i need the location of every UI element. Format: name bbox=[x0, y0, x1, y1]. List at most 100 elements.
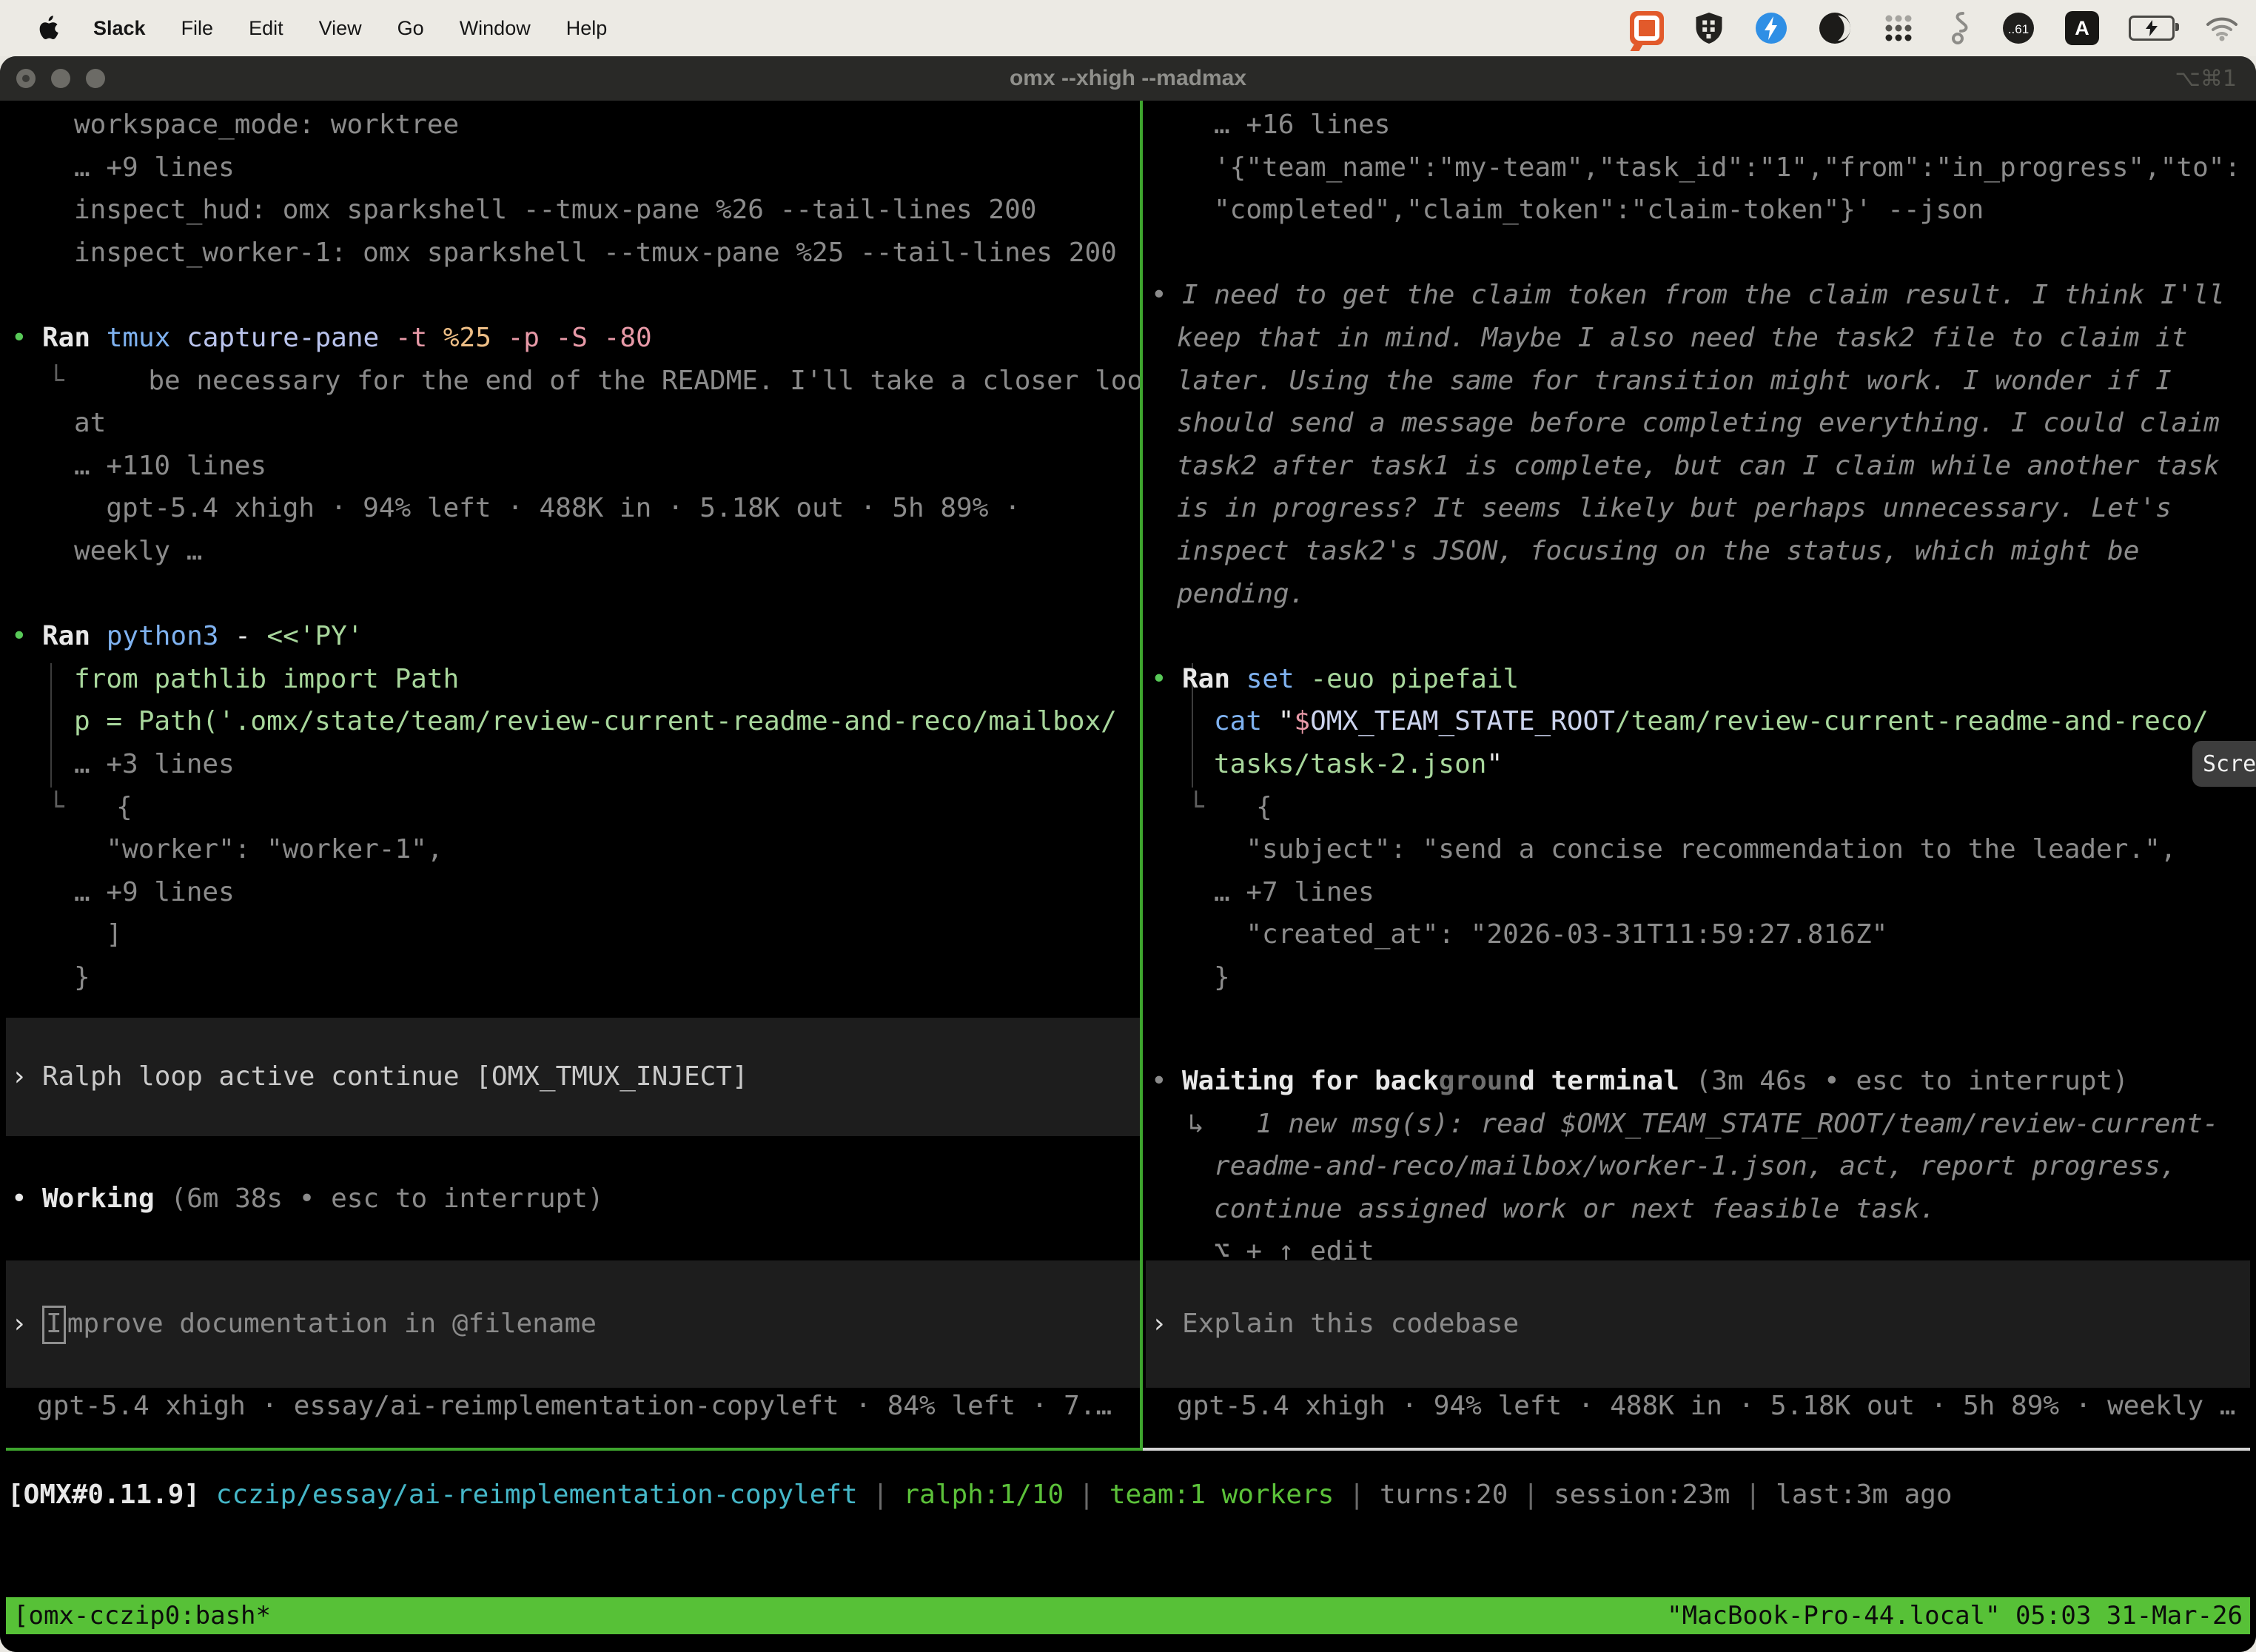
badge-61-icon[interactable]: ..61 bbox=[2001, 11, 2035, 45]
menu-item-file[interactable]: File bbox=[164, 17, 232, 40]
menu-bar-status-icons: ..61 A bbox=[1630, 10, 2256, 46]
terminal-line: └ be necessary for the end of the README… bbox=[6, 360, 1140, 403]
terminal-line: } bbox=[6, 956, 1140, 999]
terminal-line: … +9 lines bbox=[6, 147, 1140, 189]
desktop-screenshot: Slack File Edit View Go Window Help bbox=[0, 0, 2256, 1652]
left-pane-border bbox=[6, 1448, 1140, 1451]
chat-app-icon[interactable] bbox=[1630, 11, 1664, 45]
bullet-icon: • bbox=[1146, 658, 1182, 701]
mailbox-message-line: continue assigned work or next feasible … bbox=[1146, 1188, 2256, 1231]
terminal-line: at bbox=[6, 402, 1140, 445]
pane-divider bbox=[1140, 101, 1143, 1451]
wifi-icon[interactable] bbox=[2204, 14, 2240, 42]
terminal-window: omx --xhigh --madmax ⌥⌘1 workspace_mode:… bbox=[0, 56, 2256, 1652]
config-output: workspace_mode: worktree… +9 linesinspec… bbox=[6, 104, 1140, 274]
omx-turns: turns:20 bbox=[1380, 1480, 1508, 1510]
separator: | bbox=[1349, 1480, 1365, 1510]
terminal-line: inspect_hud: omx sparkshell --tmux-pane … bbox=[6, 189, 1140, 232]
shimmer-text: groun bbox=[1439, 1066, 1519, 1096]
dots-grid-icon[interactable] bbox=[1881, 11, 1916, 45]
terminal-line: … +110 lines bbox=[6, 445, 1140, 488]
menu-item-view[interactable]: View bbox=[301, 17, 380, 40]
chevron-prompt-icon: › bbox=[1146, 1303, 1182, 1346]
right-input-bar[interactable]: ›Explain this codebase bbox=[1146, 1260, 2250, 1388]
terminal-line: weekly … bbox=[6, 530, 1140, 573]
terminal-line: … +9 lines bbox=[6, 871, 1140, 914]
tmux-session-window: [omx-cczip0:bash* bbox=[13, 1601, 271, 1631]
thinking-line: should send a message before completing … bbox=[1146, 402, 2256, 445]
chevron-prompt-icon: › bbox=[6, 1055, 42, 1098]
terminal-line: … +16 lines bbox=[1146, 104, 2256, 147]
omx-session-time: session:23m bbox=[1554, 1480, 1730, 1510]
terminal-line: └{ bbox=[1146, 786, 2256, 829]
menu-item-go[interactable]: Go bbox=[380, 17, 442, 40]
mailbox-message-line: ↳1 new msg(s): read $OMX_TEAM_STATE_ROOT… bbox=[1146, 1103, 2256, 1146]
badge-61-label: ..61 bbox=[2008, 22, 2029, 36]
terminal-line: … +3 lines bbox=[6, 743, 1140, 786]
terminal-line: "subject": "send a concise recommendatio… bbox=[1146, 828, 2256, 871]
thinking-line: task2 after task1 is complete, but can I… bbox=[1146, 445, 2256, 488]
spacer bbox=[1146, 232, 2256, 275]
thinking-line: is in progress? It seems likely but perh… bbox=[1146, 487, 2256, 530]
json-output: … +16 lines'{"team_name":"my-team","task… bbox=[1146, 104, 2256, 232]
terminal-line: … +7 lines bbox=[1146, 871, 2256, 914]
ralph-loop-line: ›Ralph loop active continue [OMX_TMUX_IN… bbox=[6, 1055, 748, 1098]
apple-menu[interactable] bbox=[22, 16, 75, 41]
spacer bbox=[6, 274, 1140, 317]
ran-python-line: •Ran python3 - <<'PY' bbox=[6, 615, 1140, 658]
omx-team-workers: team:1 workers bbox=[1109, 1480, 1334, 1510]
left-pane-scrollback: workspace_mode: worktree… +9 linesinspec… bbox=[6, 104, 1140, 998]
menu-item-help[interactable]: Help bbox=[548, 17, 625, 40]
macos-menu-bar: Slack File Edit View Go Window Help bbox=[0, 0, 2256, 56]
shield-icon[interactable] bbox=[1693, 11, 1725, 45]
window-titlebar[interactable]: omx --xhigh --madmax ⌥⌘1 bbox=[0, 56, 2256, 101]
terminal-line: inspect_worker-1: omx sparkshell --tmux-… bbox=[6, 232, 1140, 275]
terminal-line: '{"team_name":"my-team","task_id":"1","f… bbox=[1146, 147, 2256, 189]
waiting-status-row: •Waiting for background terminal (3m 46s… bbox=[1146, 1060, 2256, 1103]
menu-item-edit[interactable]: Edit bbox=[231, 17, 301, 40]
chevron-prompt-icon: › bbox=[6, 1303, 42, 1346]
bullet-icon: • bbox=[1146, 274, 1182, 317]
right-agent-pane: … +16 lines'{"team_name":"my-team","task… bbox=[1146, 101, 2256, 1652]
window-shortcut-hint: ⌥⌘1 bbox=[2175, 66, 2237, 92]
input-placeholder: mprove documentation in @filename bbox=[67, 1309, 597, 1339]
thinking-line: pending. bbox=[1146, 573, 2256, 616]
terminal-line: workspace_mode: worktree bbox=[6, 104, 1140, 147]
close-button[interactable] bbox=[16, 69, 36, 88]
bullet-icon: • bbox=[6, 615, 42, 658]
menu-item-slack[interactable]: Slack bbox=[75, 17, 164, 40]
bullet-icon: • bbox=[6, 1178, 42, 1220]
left-input-bar[interactable]: ›Improve documentation in @filename bbox=[6, 1260, 1140, 1388]
minimize-button[interactable] bbox=[51, 69, 70, 88]
working-label: Working bbox=[42, 1183, 155, 1214]
screen-tooltip: Scre bbox=[2192, 741, 2256, 787]
omx-session-name: cczip/essay/ai-reimplementation-copyleft bbox=[216, 1480, 858, 1510]
right-model-status: gpt-5.4 xhigh · 94% left · 488K in · 5.1… bbox=[1146, 1385, 2256, 1428]
terminal-line: "completed","claim_token":"claim-token"}… bbox=[1146, 189, 2256, 232]
tree-connector: └ bbox=[1146, 786, 1256, 829]
working-detail: (6m 38s • esc to interrupt) bbox=[155, 1183, 604, 1214]
terminal-line: ] bbox=[6, 913, 1140, 956]
spacer bbox=[6, 573, 1140, 616]
omx-ralph-count: ralph:1/10 bbox=[903, 1480, 1064, 1510]
mailbox-message-line: readme-and-reco/mailbox/worker-1.json, a… bbox=[1146, 1145, 2256, 1188]
bolt-circle-icon[interactable] bbox=[1754, 11, 1788, 45]
separator: | bbox=[1523, 1480, 1539, 1510]
terminal-line: "worker": "worker-1", bbox=[6, 828, 1140, 871]
left-agent-pane: workspace_mode: worktree… +9 linesinspec… bbox=[6, 101, 1140, 1652]
a-key-icon[interactable]: A bbox=[2065, 11, 2099, 45]
battery-icon[interactable] bbox=[2129, 16, 2175, 41]
omx-last-activity: last:3m ago bbox=[1776, 1480, 1952, 1510]
ran-set-line: •Ran set -euo pipefail bbox=[1146, 658, 2256, 701]
zoom-button[interactable] bbox=[86, 69, 105, 88]
thinking-line: later. Using the same for transition mig… bbox=[1146, 360, 2256, 403]
ran-tmux-line: •Ran tmux capture-pane -t %25 -p -S -80 bbox=[6, 317, 1140, 360]
menu-item-window[interactable]: Window bbox=[442, 17, 548, 40]
apple-icon bbox=[38, 16, 59, 41]
terminal-line: └{ bbox=[6, 786, 1140, 829]
crescent-circle-icon[interactable] bbox=[1818, 11, 1852, 45]
s-figure-icon[interactable] bbox=[1945, 10, 1972, 46]
tmux-status-bar: [omx-cczip0:bash* "MacBook-Pro-44.local"… bbox=[6, 1597, 2250, 1634]
thinking-line: •I need to get the claim token from the … bbox=[1146, 274, 2256, 317]
terminal-line: gpt-5.4 xhigh · 94% left · 488K in · 5.1… bbox=[6, 487, 1140, 530]
